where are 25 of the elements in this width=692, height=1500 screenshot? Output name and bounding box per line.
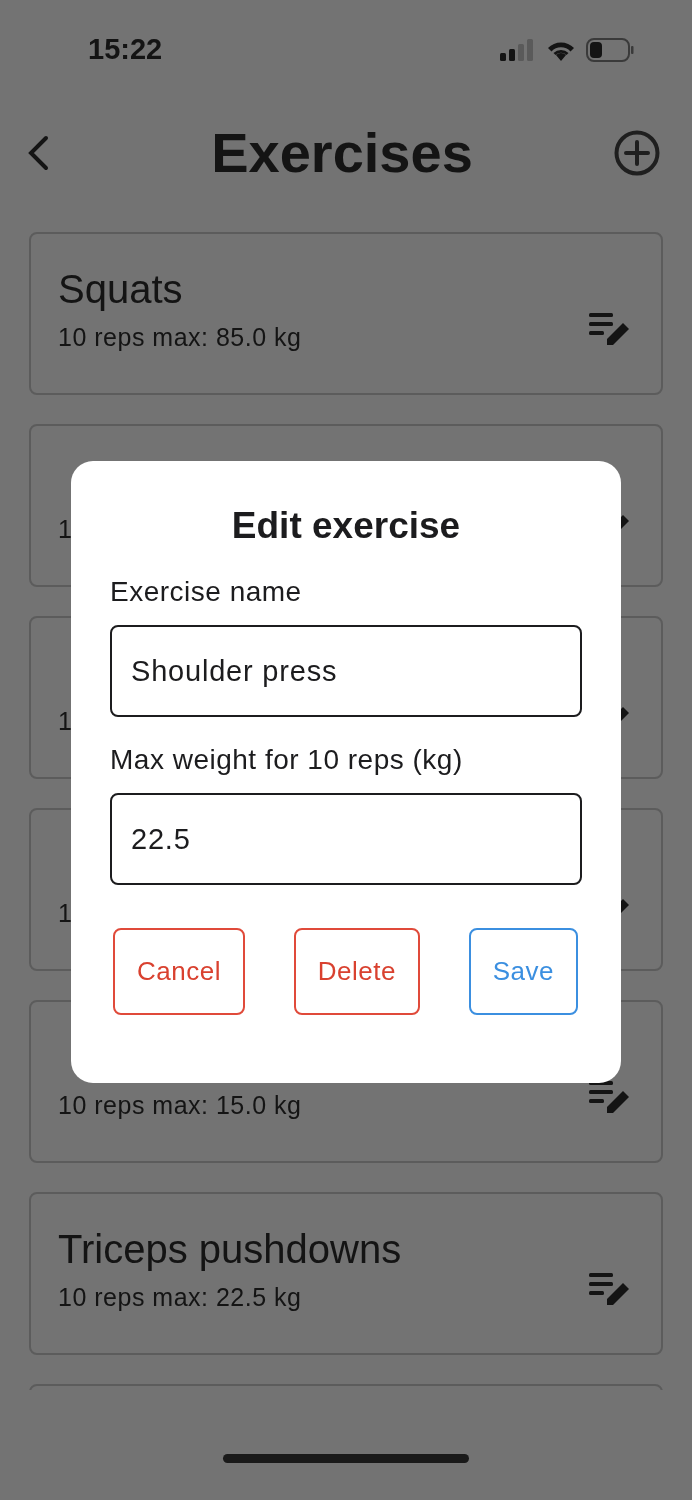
exercise-max-weight: 1 xyxy=(58,514,73,544)
input-field[interactable]: Shoulder press xyxy=(110,625,582,717)
status-time: 15:22 xyxy=(88,32,163,68)
exercise-name: Squats xyxy=(58,266,184,313)
exercise-card[interactable]: Squats 10 reps max: 85.0 kg xyxy=(29,232,663,395)
field-label: Max weight for 10 reps (kg) xyxy=(110,743,464,777)
page-title: Exercises xyxy=(211,120,473,186)
exercise-card[interactable]: Triceps pushdowns 10 reps max: 22.5 kg xyxy=(29,1192,663,1355)
exercise-max-weight: 1 xyxy=(58,706,73,736)
add-icon[interactable] xyxy=(614,130,660,176)
dialog-button[interactable]: Cancel xyxy=(113,928,245,1015)
exercise-max-weight: 10 reps max: 85.0 kg xyxy=(58,322,302,352)
field-label: Exercise name xyxy=(110,575,303,609)
dialog-button[interactable]: Save xyxy=(468,928,578,1015)
wifi-icon xyxy=(546,39,576,61)
battery-icon xyxy=(586,38,634,62)
input-field[interactable]: 22.5 xyxy=(110,793,582,885)
signal-icon xyxy=(500,39,536,61)
exercise-max-weight: 10 reps max: 15.0 kg xyxy=(58,1090,302,1120)
edit-list-icon[interactable] xyxy=(589,1078,631,1115)
exercise-max-weight: 10 reps max: 22.5 kg xyxy=(58,1282,303,1312)
dialog-title: Edit exercise xyxy=(231,504,461,548)
exercise-max-weight: 1 xyxy=(58,898,73,928)
exercise-name: Triceps pushdowns xyxy=(58,1226,402,1273)
dialog-button[interactable]: Delete xyxy=(293,928,420,1015)
